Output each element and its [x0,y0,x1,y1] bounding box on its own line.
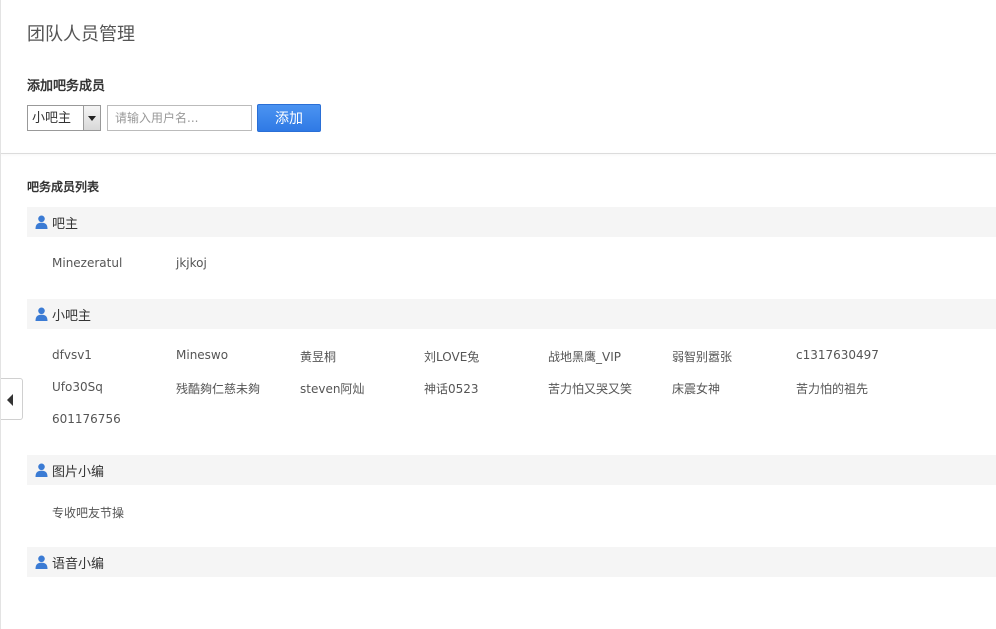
member-link[interactable]: 专收吧友节操 [52,504,124,521]
member-link[interactable]: dfvsv1 [52,348,92,362]
section-divider [1,153,996,154]
member-link[interactable]: 黄昱桐 [300,348,336,365]
add-member-form: 小吧主 添加 [27,104,321,132]
role-select-value: 小吧主 [32,111,72,126]
member-link[interactable]: Minezeratul [52,256,122,270]
group-label: 图片小编 [52,464,105,480]
member-link[interactable]: 601176756 [52,412,121,426]
group-label: 吧主 [52,216,79,232]
group-header-photo-editor: 图片小编 [27,455,996,485]
group-header-assistant: 小吧主 [27,299,996,329]
member-link[interactable]: Ufo30Sq [52,380,103,394]
role-select[interactable]: 小吧主 [27,105,101,131]
user-icon [35,215,48,229]
member-link[interactable]: 床震女神 [672,380,720,397]
member-link[interactable]: Mineswo [176,348,228,362]
page-title: 团队人员管理 [27,24,135,45]
user-icon [35,307,48,321]
group-label: 语音小编 [52,556,105,572]
chevron-left-icon [7,394,13,406]
sidebar-toggle-button[interactable] [1,378,23,420]
group-header-voice-editor: 语音小编 [27,547,996,577]
member-link[interactable]: 神话0523 [424,380,479,397]
member-list-title: 吧务成员列表 [27,180,100,194]
member-link[interactable]: c1317630497 [796,348,879,362]
member-link[interactable]: steven阿灿 [300,380,364,397]
team-management-page: 团队人员管理 添加吧务成员 小吧主 添加 吧务成员列表 吧主 Minezerat… [0,0,996,629]
group-label: 小吧主 [52,308,92,324]
add-member-title: 添加吧务成员 [27,79,106,94]
group-header-owner: 吧主 [27,207,996,237]
user-icon [35,463,48,477]
member-link[interactable]: 苦力怕的祖先 [796,380,868,397]
username-input[interactable] [107,105,252,131]
member-link[interactable]: 残酷夠仁慈未夠 [176,380,260,397]
member-link[interactable]: 战地黑鹰_VIP [548,348,621,365]
member-link[interactable]: 弱智别嚣张 [672,348,732,365]
user-icon [35,555,48,569]
member-link[interactable]: jkjkoj [176,256,207,270]
add-button[interactable]: 添加 [257,104,321,132]
member-link[interactable]: 刘LOVE兔 [424,348,479,365]
member-link[interactable]: 苦力怕又哭又笑 [548,380,632,397]
chevron-down-icon[interactable] [83,106,100,130]
